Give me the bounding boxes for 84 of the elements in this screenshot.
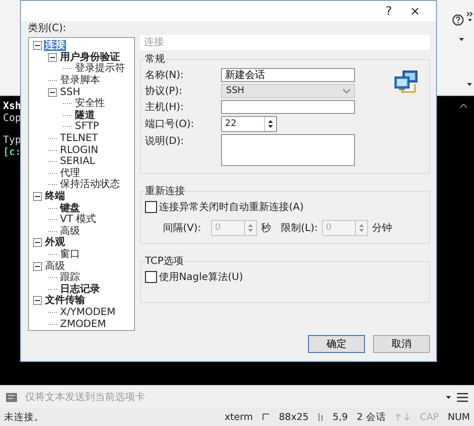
port-spinbox[interactable]: 22 <box>221 116 277 132</box>
tree-item[interactable]: SERIAL <box>59 156 96 168</box>
title-bar-button[interactable]: × <box>408 4 422 18</box>
tree-item[interactable]: 保持活动状态 <box>59 179 121 190</box>
terminal-line: Typ <box>3 134 22 147</box>
spin-up-icon[interactable] <box>268 120 273 123</box>
tree-item[interactable]: 登录提示符 <box>74 63 126 74</box>
tree-item[interactable]: 登录脚本 <box>59 75 101 86</box>
terminal-size: 88x25 <box>278 412 309 423</box>
description-field[interactable] <box>221 134 355 166</box>
title-bar-button[interactable]: ? <box>384 4 394 18</box>
checkbox[interactable] <box>145 271 157 283</box>
field-label: 主机(H): <box>145 100 185 114</box>
tree-item[interactable]: 代理 <box>59 168 81 179</box>
collapse-icon[interactable] <box>48 88 57 97</box>
unit-label: 秒 <box>261 222 271 235</box>
cursor-icon <box>318 413 324 422</box>
session-count: 2 会话 <box>356 410 386 424</box>
ok-button[interactable]: 确定 <box>308 335 365 353</box>
tree-item[interactable]: 键盘 <box>59 202 81 214</box>
tree-item[interactable]: SFTP <box>74 121 100 132</box>
cancel-button[interactable]: 取消 <box>373 335 430 353</box>
collapse-icon[interactable] <box>33 238 42 248</box>
arrows-icon <box>394 413 411 422</box>
collapse-icon[interactable] <box>48 52 57 62</box>
name-field[interactable]: 新建会话 <box>221 68 355 82</box>
tree-item[interactable]: VT 模式 <box>59 214 98 226</box>
protocol-dropdown[interactable]: SSH <box>221 84 355 98</box>
field-label: 限制(L): <box>281 222 318 235</box>
field-label: 端口号(O): <box>145 118 196 131</box>
caret-icon[interactable] <box>467 83 472 86</box>
field-label: 名称(N): <box>145 69 185 82</box>
field-label: 说明(D): <box>145 135 185 148</box>
tree-item[interactable]: 窗口 <box>59 248 81 260</box>
key-indicator: NUM <box>448 412 470 423</box>
tree-item[interactable]: ZMODEM <box>59 318 107 330</box>
spin-down-icon[interactable] <box>268 125 273 128</box>
scroll-up-icon[interactable] <box>460 104 467 108</box>
tree-item[interactable]: 终端 <box>44 191 66 202</box>
tree-item[interactable]: TELNET <box>59 133 99 144</box>
help-icon[interactable] <box>452 14 464 26</box>
caret-icon[interactable] <box>459 38 464 41</box>
tree-item[interactable]: 日志记录 <box>59 284 101 295</box>
tree-item[interactable]: 高级 <box>59 226 81 237</box>
cursor-position: 5,9 <box>332 412 348 423</box>
tree-item[interactable]: 跟踪 <box>59 272 81 284</box>
category-label: 类别(C): <box>28 23 68 35</box>
group-title: TCP选项 <box>145 254 184 268</box>
terminal-line: [c: <box>3 146 22 159</box>
keyboard-icon <box>6 392 17 402</box>
tree-item[interactable]: X/YMODEM <box>59 306 116 318</box>
key-indicator: CAP <box>420 412 439 423</box>
host-field[interactable] <box>221 100 355 114</box>
collapse-icon[interactable] <box>33 192 42 202</box>
chevron-icon[interactable] <box>467 12 473 22</box>
menu-icon[interactable] <box>457 392 468 402</box>
collapse-icon[interactable] <box>33 296 42 306</box>
tree-item[interactable]: SSH <box>59 86 82 98</box>
terminal-type: xterm <box>224 412 253 423</box>
collapse-icon[interactable] <box>33 262 42 271</box>
field-label: 间隔(V): <box>163 222 202 235</box>
resize-icon <box>262 413 270 422</box>
collapse-icon[interactable] <box>33 41 42 50</box>
dropdown-caret-icon <box>343 89 350 93</box>
tree-item[interactable]: RLOGIN <box>59 144 100 156</box>
tree-item[interactable]: 外观 <box>44 237 66 248</box>
status-message: 未连接。 <box>4 410 45 424</box>
network-computers-icon <box>393 70 419 94</box>
group-title: 重新连接 <box>145 184 185 198</box>
tree-item[interactable]: 用户身份验证 <box>59 52 121 63</box>
terminal-line: Xsh <box>3 100 22 113</box>
checkbox-label[interactable]: 使用Nagle算法(U) <box>159 270 244 284</box>
tree-item[interactable]: 文件传输 <box>44 295 86 306</box>
unit-label: 分钟 <box>372 222 392 235</box>
tree-item[interactable]: 连接 <box>44 40 66 52</box>
field-label: 协议(P): <box>145 84 184 98</box>
send-text-field[interactable]: 仅将文本发送到当前选项卡 <box>23 390 440 404</box>
tree-item[interactable]: 隧道 <box>74 110 96 121</box>
terminal-line: Cop <box>3 112 22 125</box>
tree-item[interactable]: 安全性 <box>74 98 106 110</box>
tree-item[interactable]: 高级 <box>44 260 66 272</box>
group-title: 常规 <box>145 52 165 66</box>
caret-icon[interactable] <box>446 396 451 399</box>
panel-title: 连接 <box>140 35 430 50</box>
